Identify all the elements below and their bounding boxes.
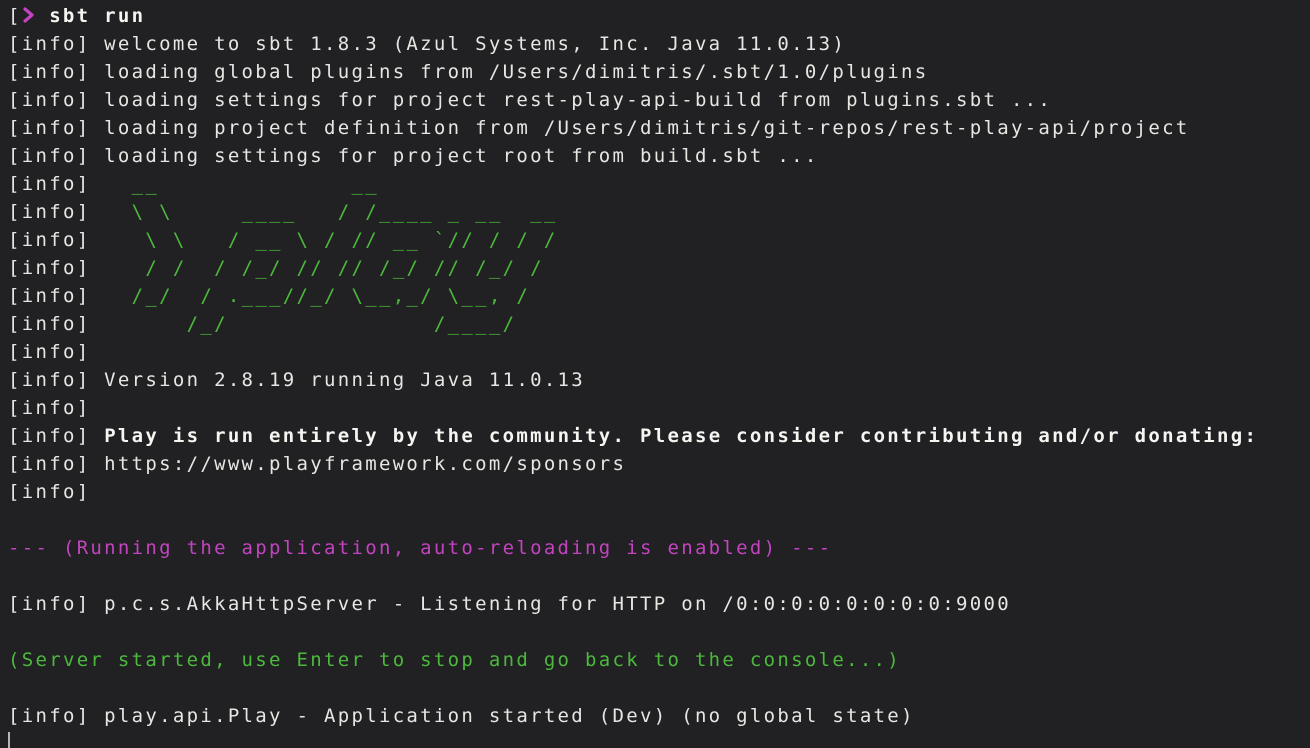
- text-segment: [35, 5, 49, 27]
- blank-line: [8, 618, 1310, 646]
- log-line: [info] loading global plugins from /User…: [8, 58, 1310, 86]
- text-segment: /_/ /____/: [104, 313, 516, 335]
- text-segment: [info]: [8, 425, 104, 447]
- text-segment: \ \ / __ \ / // __ `// / / /: [104, 229, 557, 251]
- text-segment: [info] https://www.playframework.com/spo…: [8, 453, 626, 475]
- text-segment: /_/ / .___//_/ \__,_/ \__, /: [104, 285, 530, 307]
- cursor-line: [8, 730, 1310, 748]
- log-line: [info]: [8, 338, 1310, 366]
- play-banner-line: [info] \ \ ____ / /____ _ __ __: [8, 198, 1310, 226]
- text-segment: Play is run entirely by the community. P…: [104, 425, 1258, 447]
- log-line: [info] welcome to sbt 1.8.3 (Azul System…: [8, 30, 1310, 58]
- text-segment: [info] loading settings for project root…: [8, 145, 819, 167]
- blank-line: [8, 562, 1310, 590]
- log-line: [info]: [8, 478, 1310, 506]
- text-cursor: [8, 732, 10, 748]
- text-segment: \ \ ____ / /____ _ __ __: [104, 201, 557, 223]
- play-banner-line: [info] /_/ / .___//_/ \__,_/ \__, /: [8, 282, 1310, 310]
- text-segment: [info]: [8, 341, 90, 363]
- prompt-line: [ sbt run: [8, 2, 1310, 30]
- text-segment: --- (Running the application, auto-reloa…: [8, 537, 832, 559]
- sponsors-url-line: [info] https://www.playframework.com/spo…: [8, 450, 1310, 478]
- text-segment: [info] loading project definition from /…: [8, 117, 1190, 139]
- text-segment: [info]: [8, 313, 104, 335]
- terminal-output[interactable]: [ sbt run [info] welcome to sbt 1.8.3 (Az…: [0, 0, 1310, 748]
- text-segment: [info]: [8, 257, 104, 279]
- log-line: [info] p.c.s.AkkaHttpServer - Listening …: [8, 590, 1310, 618]
- text-segment: [info] loading global plugins from /User…: [8, 61, 929, 83]
- log-line: [info] loading settings for project root…: [8, 142, 1310, 170]
- running-notice-line: --- (Running the application, auto-reloa…: [8, 534, 1310, 562]
- text-segment: [info] play.api.Play - Application start…: [8, 705, 915, 727]
- community-message-line: [info] Play is run entirely by the commu…: [8, 422, 1310, 450]
- text-segment: [: [8, 5, 22, 27]
- play-banner-line: [info] \ \ / __ \ / // __ `// / / /: [8, 226, 1310, 254]
- log-line: [info] play.api.Play - Application start…: [8, 702, 1310, 730]
- play-banner-line: [info] /_/ /____/: [8, 310, 1310, 338]
- log-line: [info] Version 2.8.19 running Java 11.0.…: [8, 366, 1310, 394]
- server-started-line: (Server started, use Enter to stop and g…: [8, 646, 1310, 674]
- play-banner-line: [info] / / / /_/ // // /_/ // /_/ /: [8, 254, 1310, 282]
- text-segment: [info]: [8, 201, 104, 223]
- play-banner-line: [info] __ __: [8, 170, 1310, 198]
- log-line: [info] loading project definition from /…: [8, 114, 1310, 142]
- text-segment: __ __: [104, 173, 379, 195]
- text-segment: sbt run: [49, 5, 145, 27]
- log-line: [info] loading settings for project rest…: [8, 86, 1310, 114]
- log-line: [info]: [8, 394, 1310, 422]
- blank-line: [8, 506, 1310, 534]
- text-segment: [info]: [8, 173, 104, 195]
- text-segment: [info]: [8, 229, 104, 251]
- blank-line: [8, 674, 1310, 702]
- text-segment: [info]: [8, 397, 90, 419]
- text-segment: [info] welcome to sbt 1.8.3 (Azul System…: [8, 33, 846, 55]
- prompt-chevron-icon: [22, 6, 36, 24]
- text-segment: / / / /_/ // // /_/ // /_/ /: [104, 257, 544, 279]
- text-segment: [info]: [8, 285, 104, 307]
- text-segment: [info] p.c.s.AkkaHttpServer - Listening …: [8, 593, 1011, 615]
- text-segment: [info] Version 2.8.19 running Java 11.0.…: [8, 369, 585, 391]
- text-segment: [info] loading settings for project rest…: [8, 89, 1052, 111]
- text-segment: (Server started, use Enter to stop and g…: [8, 649, 901, 671]
- text-segment: [info]: [8, 481, 90, 503]
